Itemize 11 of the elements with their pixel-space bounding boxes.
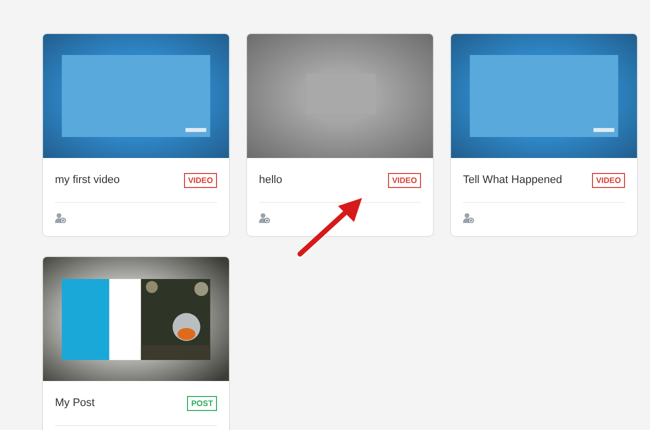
type-tag: VIDEO [388,172,421,188]
card-title: My Post [55,397,95,409]
card-title: my first video [55,174,120,186]
type-tag: VIDEO [592,172,625,188]
card-title: Tell What Happened [463,174,562,186]
add-user-icon[interactable] [55,213,66,223]
type-tag: POST [187,396,217,410]
add-user-icon[interactable] [463,213,474,223]
type-tag: VIDEO [184,172,217,188]
add-user-icon[interactable] [259,213,270,223]
card-title: hello [259,174,282,186]
